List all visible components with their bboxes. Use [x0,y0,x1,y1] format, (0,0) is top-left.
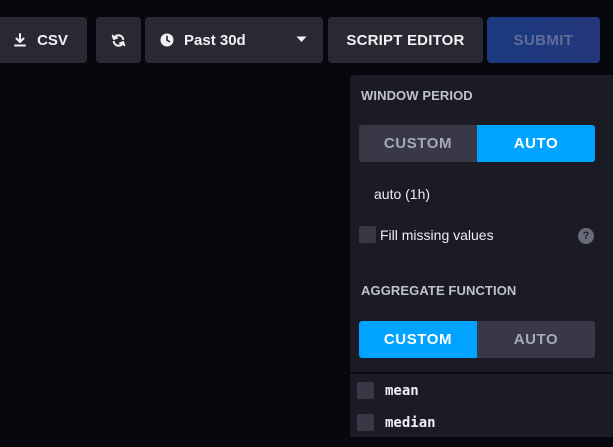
aggregate-function-title: AGGREGATE FUNCTION [361,283,517,298]
clock-icon [160,33,174,47]
function-item-median[interactable]: median [357,414,436,431]
csv-label: CSV [37,31,68,49]
aggregate-auto-option[interactable]: AUTO [477,321,595,358]
chevron-down-icon [296,36,307,43]
divider [350,372,613,374]
submit-button[interactable]: SUBMIT [487,17,600,63]
window-period-toggle: CUSTOM AUTO [359,125,595,162]
fill-missing-label: Fill missing values [380,226,494,243]
function-label: mean [385,382,419,399]
aggregate-settings-panel: WINDOW PERIOD CUSTOM AUTO auto (1h) Fill… [350,75,613,437]
fill-missing-checkbox[interactable] [359,226,376,243]
toolbar: CSV Past 30d SCRIPT EDITOR SUBMIT [0,17,613,63]
function-item-mean[interactable]: mean [357,382,419,399]
csv-download-button[interactable]: CSV [0,17,87,63]
window-period-title: WINDOW PERIOD [361,88,473,103]
mean-checkbox[interactable] [357,382,374,399]
window-period-value: auto (1h) [374,186,431,202]
refresh-icon [111,33,126,48]
help-icon[interactable]: ? [578,228,594,244]
window-period-auto-option[interactable]: AUTO [477,125,595,162]
aggregate-function-toggle: CUSTOM AUTO [359,321,595,358]
time-range-dropdown[interactable]: Past 30d [145,17,323,63]
refresh-button[interactable] [96,17,141,63]
median-checkbox[interactable] [357,414,374,431]
time-range-label: Past 30d [184,31,246,49]
function-label: median [385,414,436,431]
script-editor-button[interactable]: SCRIPT EDITOR [328,17,483,63]
fill-missing-row: Fill missing values [359,226,494,243]
window-period-custom-option[interactable]: CUSTOM [359,125,477,162]
download-icon [13,33,27,47]
aggregate-custom-option[interactable]: CUSTOM [359,321,477,358]
